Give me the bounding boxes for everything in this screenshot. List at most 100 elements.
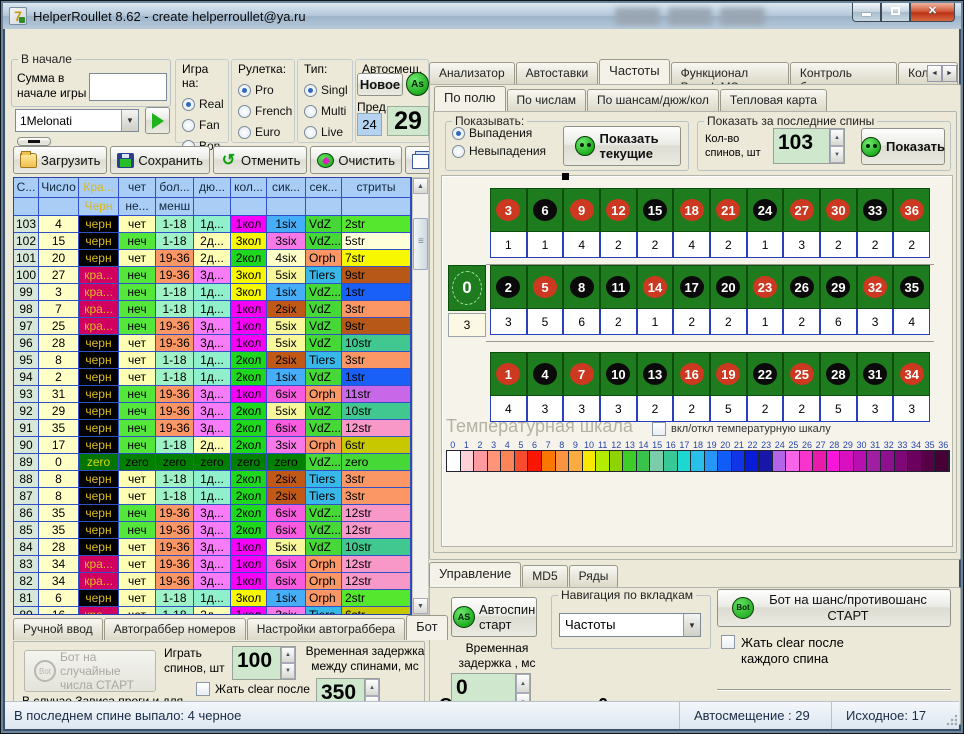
tab-Ручной ввод[interactable]: Ручной ввод: [13, 618, 103, 640]
subtab-Тепловая карта[interactable]: Тепловая карта: [720, 89, 827, 111]
number-cell-25[interactable]: 25: [783, 352, 820, 396]
table-row[interactable]: 8428чернчет19-363д...1кол5sixVdZ10str: [14, 539, 411, 556]
radio-Singl[interactable]: Singl: [304, 83, 352, 97]
number-cell-26[interactable]: 26: [783, 265, 820, 309]
number-cell-11[interactable]: 11: [600, 265, 637, 309]
column-header[interactable]: [306, 198, 342, 216]
table-row[interactable]: 9135черннеч19-363д...2кол6sixVdZ...12str: [14, 420, 411, 437]
number-cell-10[interactable]: 10: [600, 352, 637, 396]
tab-scroll-right-icon[interactable]: ►: [942, 65, 957, 82]
subtab-По полю[interactable]: По полю: [434, 86, 506, 111]
title-bar[interactable]: 7 HelperRoullet 8.62 - create helperroul…: [3, 3, 961, 29]
table-row[interactable]: 890zerozerozerozerozerozeroVdZ...zero: [14, 454, 411, 471]
table-row[interactable]: 8234кра...чет19-363д...1кол6sixOrph12str: [14, 573, 411, 590]
minimize-button[interactable]: [852, 3, 881, 22]
Отменить-button[interactable]: ↺Отменить: [213, 146, 307, 174]
table-row[interactable]: 9331черннеч19-363д...1кол6sixOrph11str: [14, 386, 411, 403]
column-header[interactable]: [342, 198, 411, 216]
chance-bot-start-button[interactable]: Bot Бот на шанс/противошанс СТАРТ: [717, 589, 951, 627]
table-row[interactable]: 8334кра...чет19-363д...1кол6sixOrph12str: [14, 556, 411, 573]
radio-Multi[interactable]: Multi: [304, 104, 352, 118]
column-header[interactable]: [14, 198, 39, 216]
random-bot-start-button[interactable]: Bot Бот на случайные числа СТАРТ: [24, 650, 156, 692]
radio-Real[interactable]: Real: [182, 97, 228, 111]
show-current-button[interactable]: Показать текущие: [563, 126, 681, 166]
table-row[interactable]: 10215черннеч1-182д...3кол3sixVdZ...5str: [14, 233, 411, 250]
checkbox-icon[interactable]: [721, 635, 735, 649]
column-header[interactable]: дю...: [194, 178, 231, 198]
number-cell-23[interactable]: 23: [747, 265, 784, 309]
number-cell-20[interactable]: 20: [710, 265, 747, 309]
number-cell-12[interactable]: 12: [600, 188, 637, 232]
table-row[interactable]: 8535черннеч19-363д...2кол6sixVdZ...12str: [14, 522, 411, 539]
table-row[interactable]: 958чернчет1-181д...2кол2sixTiers3str: [14, 352, 411, 369]
radio-Euro[interactable]: Euro: [238, 125, 294, 139]
tab-Частоты[interactable]: Частоты: [599, 59, 669, 84]
new-button[interactable]: Новое: [357, 73, 403, 96]
column-header[interactable]: не...: [119, 198, 156, 216]
table-row[interactable]: 1034чернчет1-181д...1кол1sixVdZ2str: [14, 216, 411, 233]
table-row[interactable]: 9628чернчет19-363д...1кол5sixVdZ10str: [14, 335, 411, 352]
table-row[interactable]: 10120чернчет19-362д...2кол4sixOrph7str: [14, 250, 411, 267]
start-sum-input[interactable]: [89, 73, 167, 101]
number-cell-35[interactable]: 35: [893, 265, 930, 309]
number-cell-22[interactable]: 22: [747, 352, 784, 396]
number-cell-17[interactable]: 17: [673, 265, 710, 309]
table-row[interactable]: 10027кра...неч19-363д...3кол5sixTiers9st…: [14, 267, 411, 284]
number-cell-36[interactable]: 36: [893, 188, 930, 232]
tab-Автограббер номеров[interactable]: Автограббер номеров: [104, 618, 246, 640]
radio-Pro[interactable]: Pro: [238, 83, 294, 97]
play-spins-stepper[interactable]: 100 ▲▼: [232, 646, 296, 680]
stepper-down-icon[interactable]: ▼: [281, 663, 295, 679]
column-header[interactable]: С...: [14, 178, 39, 198]
Загрузить-button[interactable]: Загрузить: [13, 146, 107, 174]
column-header[interactable]: Число: [39, 178, 79, 198]
table-row[interactable]: 987кра...неч1-181д...1кол2sixVdZ3str: [14, 301, 411, 318]
table-row[interactable]: 816чернчет1-181д...3кол1sixOrph2str: [14, 590, 411, 607]
tab-Анализатор[interactable]: Анализатор: [429, 62, 515, 84]
clear-checkbox-right[interactable]: Жать clear после каждого спина: [721, 635, 861, 667]
number-cell-32[interactable]: 32: [857, 265, 894, 309]
number-cell-13[interactable]: 13: [637, 352, 674, 396]
column-header[interactable]: Кра...: [79, 178, 119, 198]
number-cell-18[interactable]: 18: [673, 188, 710, 232]
column-header[interactable]: [267, 198, 306, 216]
checkbox-icon[interactable]: [196, 682, 210, 696]
Сохранить-button[interactable]: Сохранить: [110, 146, 210, 174]
number-cell-29[interactable]: 29: [820, 265, 857, 309]
column-header[interactable]: сик...: [267, 178, 306, 198]
history-table[interactable]: С...ЧислоКра...четбол...дю...кол...сик..…: [13, 177, 412, 615]
number-cell-5[interactable]: 5: [527, 265, 564, 309]
column-header[interactable]: [194, 198, 231, 216]
table-scrollbar[interactable]: ▲ ▼: [412, 177, 429, 615]
chevron-down-icon[interactable]: ▼: [683, 614, 700, 636]
stepper-up-icon[interactable]: ▲: [281, 647, 295, 663]
number-cell-2[interactable]: 2: [490, 265, 527, 309]
table-row[interactable]: 888чернчет1-181д...2кол2sixTiers3str: [14, 471, 411, 488]
table-row[interactable]: 942чернчет1-181д...2кол1sixVdZ1str: [14, 369, 411, 386]
tab-scroll-left-icon[interactable]: ◄: [927, 65, 942, 82]
column-header[interactable]: менш: [156, 198, 194, 216]
radio-French[interactable]: French: [238, 104, 294, 118]
tab-Функционал PsevdoMS[interactable]: Функционал PsevdoMS: [671, 62, 789, 84]
stepper-down-icon[interactable]: ▼: [830, 146, 844, 163]
maximize-button[interactable]: [881, 3, 910, 22]
resize-grip[interactable]: [945, 715, 957, 727]
temperature-toggle[interactable]: вкл/откл температурную шкалу: [652, 422, 831, 436]
control-tab-Управление[interactable]: Управление: [429, 562, 521, 587]
tab-Настройки автограббера[interactable]: Настройки автограббера: [247, 618, 405, 640]
number-cell-14[interactable]: 14: [637, 265, 674, 309]
stepper-up-icon[interactable]: ▲: [516, 674, 530, 693]
autoshift-as-icon[interactable]: As: [406, 72, 429, 96]
checkbox-icon[interactable]: [652, 422, 666, 436]
dash-button[interactable]: [17, 137, 51, 146]
number-cell-27[interactable]: 27: [783, 188, 820, 232]
chevron-down-icon[interactable]: ▼: [121, 110, 138, 131]
play-button[interactable]: [145, 107, 170, 134]
table-row[interactable]: 878чернчет1-181д...2кол2sixTiers3str: [14, 488, 411, 505]
column-header[interactable]: стриты: [342, 178, 411, 198]
radio-Fan[interactable]: Fan: [182, 118, 228, 132]
control-tab-Ряды[interactable]: Ряды: [569, 565, 619, 587]
show-button[interactable]: Показать: [861, 128, 945, 165]
number-cell-15[interactable]: 15: [637, 188, 674, 232]
